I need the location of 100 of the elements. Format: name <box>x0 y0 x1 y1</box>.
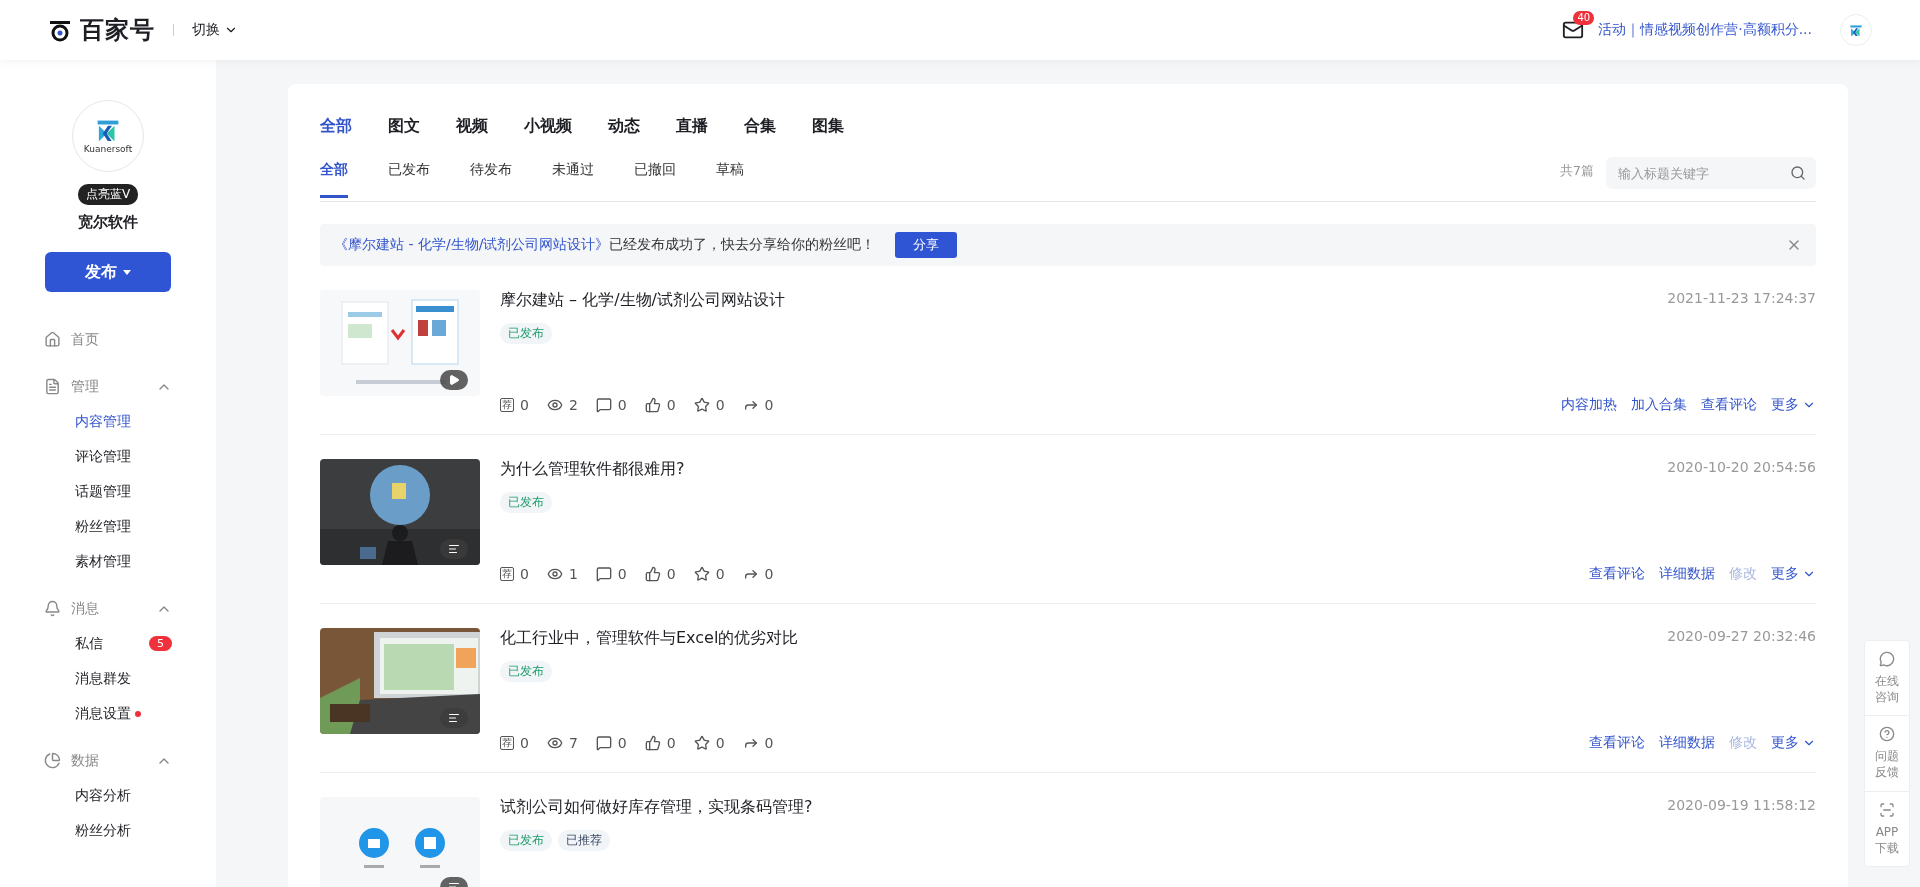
type-tab[interactable]: 动态 <box>608 116 640 137</box>
search-field[interactable]: 输入标题关键字 <box>1606 157 1816 189</box>
nav-item-label: 粉丝管理 <box>75 517 131 536</box>
nav-item-label: 消息设置 <box>75 704 131 723</box>
nav-group[interactable]: 管理 <box>44 369 216 404</box>
promo-link[interactable]: 活动｜情感视频创作营·高额积分... <box>1598 21 1812 39</box>
more-menu[interactable]: 更多 <box>1771 565 1816 583</box>
nav-item[interactable]: 素材管理 <box>44 544 216 579</box>
nav-group[interactable]: 消息 <box>44 591 216 626</box>
status-tab[interactable]: 待发布 <box>470 160 512 198</box>
article-title[interactable]: 化工行业中，管理软件与Excel的优劣对比 <box>500 628 799 649</box>
action-link[interactable]: 详细数据 <box>1659 734 1715 752</box>
thumbs-up-icon <box>644 735 661 751</box>
stat-value: 0 <box>764 566 774 582</box>
eye-icon <box>546 735 563 751</box>
stat-value: 0 <box>617 566 627 582</box>
help-panel-item[interactable]: 在线咨询 <box>1865 640 1909 717</box>
action-link[interactable]: 查看评论 <box>1589 734 1645 752</box>
status-tab[interactable]: 已发布 <box>388 160 430 198</box>
nav-item[interactable]: 消息群发 <box>44 661 216 696</box>
nav-item[interactable]: 内容管理 <box>44 404 216 439</box>
nav-item[interactable]: 话题管理 <box>44 474 216 509</box>
stat-value: 0 <box>764 735 774 751</box>
status-tag: 已发布 <box>500 323 552 344</box>
status-tab[interactable]: 未通过 <box>552 160 594 198</box>
nav-group-label: 数据 <box>71 751 100 770</box>
comment-icon <box>595 397 612 413</box>
mail-icon[interactable] <box>1562 19 1585 41</box>
document-icon <box>44 378 61 395</box>
verify-badge[interactable]: 点亮蓝V <box>77 184 139 205</box>
scan-icon <box>1879 801 1895 818</box>
article-title[interactable]: 摩尔建站 – 化学/生物/试剂公司网站设计 <box>500 290 785 311</box>
stat-value: 0 <box>715 735 725 751</box>
pie-chart-icon <box>44 752 61 769</box>
nav-item-label: 内容分析 <box>75 786 131 805</box>
nav-item-label: 内容管理 <box>75 412 131 431</box>
caret-icon <box>123 269 131 275</box>
nav-item[interactable]: 粉丝分析 <box>44 813 216 848</box>
action-link[interactable]: 详细数据 <box>1659 565 1715 583</box>
status-tag: 已发布 <box>500 830 552 851</box>
type-tab[interactable]: 小视频 <box>524 116 572 137</box>
article-title[interactable]: 为什么管理软件都很难用? <box>500 459 685 480</box>
status-tab[interactable]: 全部 <box>320 160 348 198</box>
logo-icon <box>48 18 72 42</box>
type-tab[interactable]: 图集 <box>812 116 844 137</box>
type-tab[interactable]: 图文 <box>388 116 420 137</box>
article-title[interactable]: 试剂公司如何做好库存管理，实现条码管理? <box>500 797 813 818</box>
stat-value: 0 <box>666 566 676 582</box>
publish-time: 2021-11-23 17:24:37 <box>1667 290 1816 308</box>
nav-item-label: 评论管理 <box>75 447 131 466</box>
search-icon[interactable] <box>1790 165 1806 181</box>
type-tab[interactable]: 全部 <box>320 116 352 137</box>
nav-item[interactable]: 内容分析 <box>44 778 216 813</box>
nav-item[interactable]: 粉丝管理 <box>44 509 216 544</box>
article-icon <box>448 712 460 724</box>
status-tab[interactable]: 已撤回 <box>634 160 676 198</box>
bell-icon <box>44 600 61 617</box>
chat-icon <box>1879 650 1895 667</box>
help-icon <box>1879 726 1895 743</box>
more-menu[interactable]: 更多 <box>1771 734 1816 752</box>
help-panel-item[interactable]: APP下载 <box>1865 791 1909 866</box>
stat-value: 0 <box>617 397 627 413</box>
action-link[interactable]: 加入合集 <box>1631 396 1687 414</box>
switch-button[interactable]: 切换 <box>192 21 238 39</box>
avatar-logo-text: Kuanersoft <box>83 144 133 155</box>
nav-item[interactable]: 私信 5 <box>44 626 216 661</box>
share-button[interactable]: 分享 <box>895 232 958 258</box>
recommend-icon: 荐 <box>500 736 514 750</box>
type-tab[interactable]: 直播 <box>676 116 708 137</box>
nav-item-label: 素材管理 <box>75 552 131 571</box>
home-icon <box>44 331 61 348</box>
status-tab[interactable]: 草稿 <box>716 160 744 198</box>
recommend-icon: 荐 <box>500 567 514 581</box>
publish-time: 2020-09-19 11:58:12 <box>1667 797 1816 815</box>
type-tab[interactable]: 视频 <box>456 116 488 137</box>
action-link[interactable]: 查看评论 <box>1701 396 1757 414</box>
nav-group[interactable]: 首页 <box>44 322 216 357</box>
star-icon <box>693 397 710 413</box>
help-panel-item[interactable]: 问题反馈 <box>1865 716 1909 792</box>
notice-text: 《摩尔建站 - 化学/生物/试剂公司网站设计》已经发布成功了，快去分享给你的粉丝吧！ <box>334 236 876 254</box>
stat-value: 0 <box>666 397 676 413</box>
article-icon <box>448 543 460 555</box>
action-link[interactable]: 内容加热 <box>1561 396 1617 414</box>
article-link[interactable]: 《摩尔建站 - 化学/生物/试剂公司网站设计》 <box>334 236 610 252</box>
stat-value: 0 <box>520 735 529 751</box>
account-name: 宽尔软件 <box>78 213 138 232</box>
more-menu[interactable]: 更多 <box>1771 396 1816 414</box>
nav-item[interactable]: 消息设置 <box>44 696 216 731</box>
stat-value: 1 <box>568 566 578 582</box>
star-icon <box>693 566 710 582</box>
stat-value: 0 <box>715 397 725 413</box>
nav-item-label: 消息群发 <box>75 669 131 688</box>
nav-item[interactable]: 评论管理 <box>44 439 216 474</box>
action-link[interactable]: 查看评论 <box>1589 565 1645 583</box>
nav-group[interactable]: 数据 <box>44 743 216 778</box>
type-tab[interactable]: 合集 <box>744 116 776 137</box>
notification-count: 40 <box>1573 11 1595 25</box>
publish-button[interactable]: 发布 <box>45 252 171 292</box>
status-tag: 已推荐 <box>558 830 610 851</box>
nav-group-label: 首页 <box>71 330 100 349</box>
